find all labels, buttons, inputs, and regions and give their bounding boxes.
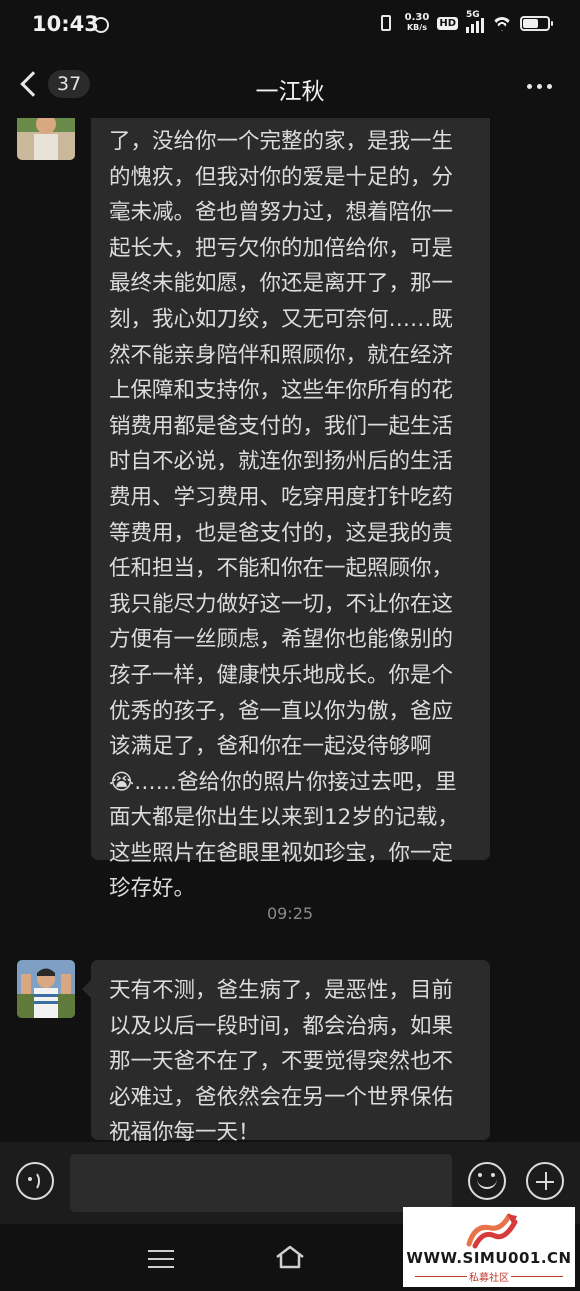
signal-icon: 5G bbox=[466, 10, 484, 33]
message-input[interactable] bbox=[70, 1154, 452, 1212]
chat-header: 37 一江秋 bbox=[0, 56, 580, 118]
net-speed-value: 0.30 bbox=[404, 12, 430, 23]
contact-avatar[interactable] bbox=[17, 960, 75, 1018]
message-bubble[interactable]: 了，没给你一个完整的家，是我一生的愧疚，但我对你的爱是十足的，分毫未减。爸也曾努… bbox=[91, 118, 490, 901]
vibrate-icon bbox=[375, 14, 397, 32]
watermark-url: WWW.SIMU001.CN bbox=[406, 1249, 572, 1267]
emoji-icon[interactable] bbox=[468, 1162, 506, 1200]
notification-icon bbox=[93, 17, 109, 33]
battery-icon bbox=[520, 15, 553, 31]
watermark: WWW.SIMU001.CN 私募社区 bbox=[403, 1207, 575, 1287]
message-timestamp: 09:25 bbox=[266, 904, 314, 923]
wifi-icon bbox=[492, 15, 512, 31]
chat-title: 一江秋 bbox=[255, 79, 325, 105]
watermark-logo bbox=[466, 1213, 518, 1249]
home-icon[interactable] bbox=[274, 1244, 306, 1270]
status-time: 10:43 bbox=[32, 12, 99, 36]
voice-icon[interactable] bbox=[16, 1162, 54, 1200]
net-speed: 0.30 KB/s bbox=[405, 13, 430, 33]
status-icons: 0.30 KB/s HD 5G bbox=[375, 10, 553, 33]
hd-badge: HD bbox=[437, 16, 458, 30]
menu-icon[interactable] bbox=[148, 1250, 174, 1268]
plus-icon[interactable] bbox=[526, 1162, 564, 1200]
message-list[interactable]: 了，没给你一个完整的家，是我一生的愧疚，但我对你的爱是十足的，分毫未减。爸也曾努… bbox=[0, 118, 580, 1142]
contact-avatar[interactable] bbox=[17, 118, 75, 160]
status-bar: 10:43 0.30 KB/s HD 5G bbox=[0, 0, 580, 50]
net-speed-unit: KB/s bbox=[406, 23, 427, 32]
network-type: 5G bbox=[466, 10, 480, 20]
message-bubble[interactable]: 天有不测，爸生病了，是恶性，目前以及以后一段时间，都会治病，如果那一天爸不在了，… bbox=[82, 960, 490, 1142]
more-icon[interactable] bbox=[527, 84, 552, 89]
watermark-divider bbox=[511, 1276, 563, 1277]
